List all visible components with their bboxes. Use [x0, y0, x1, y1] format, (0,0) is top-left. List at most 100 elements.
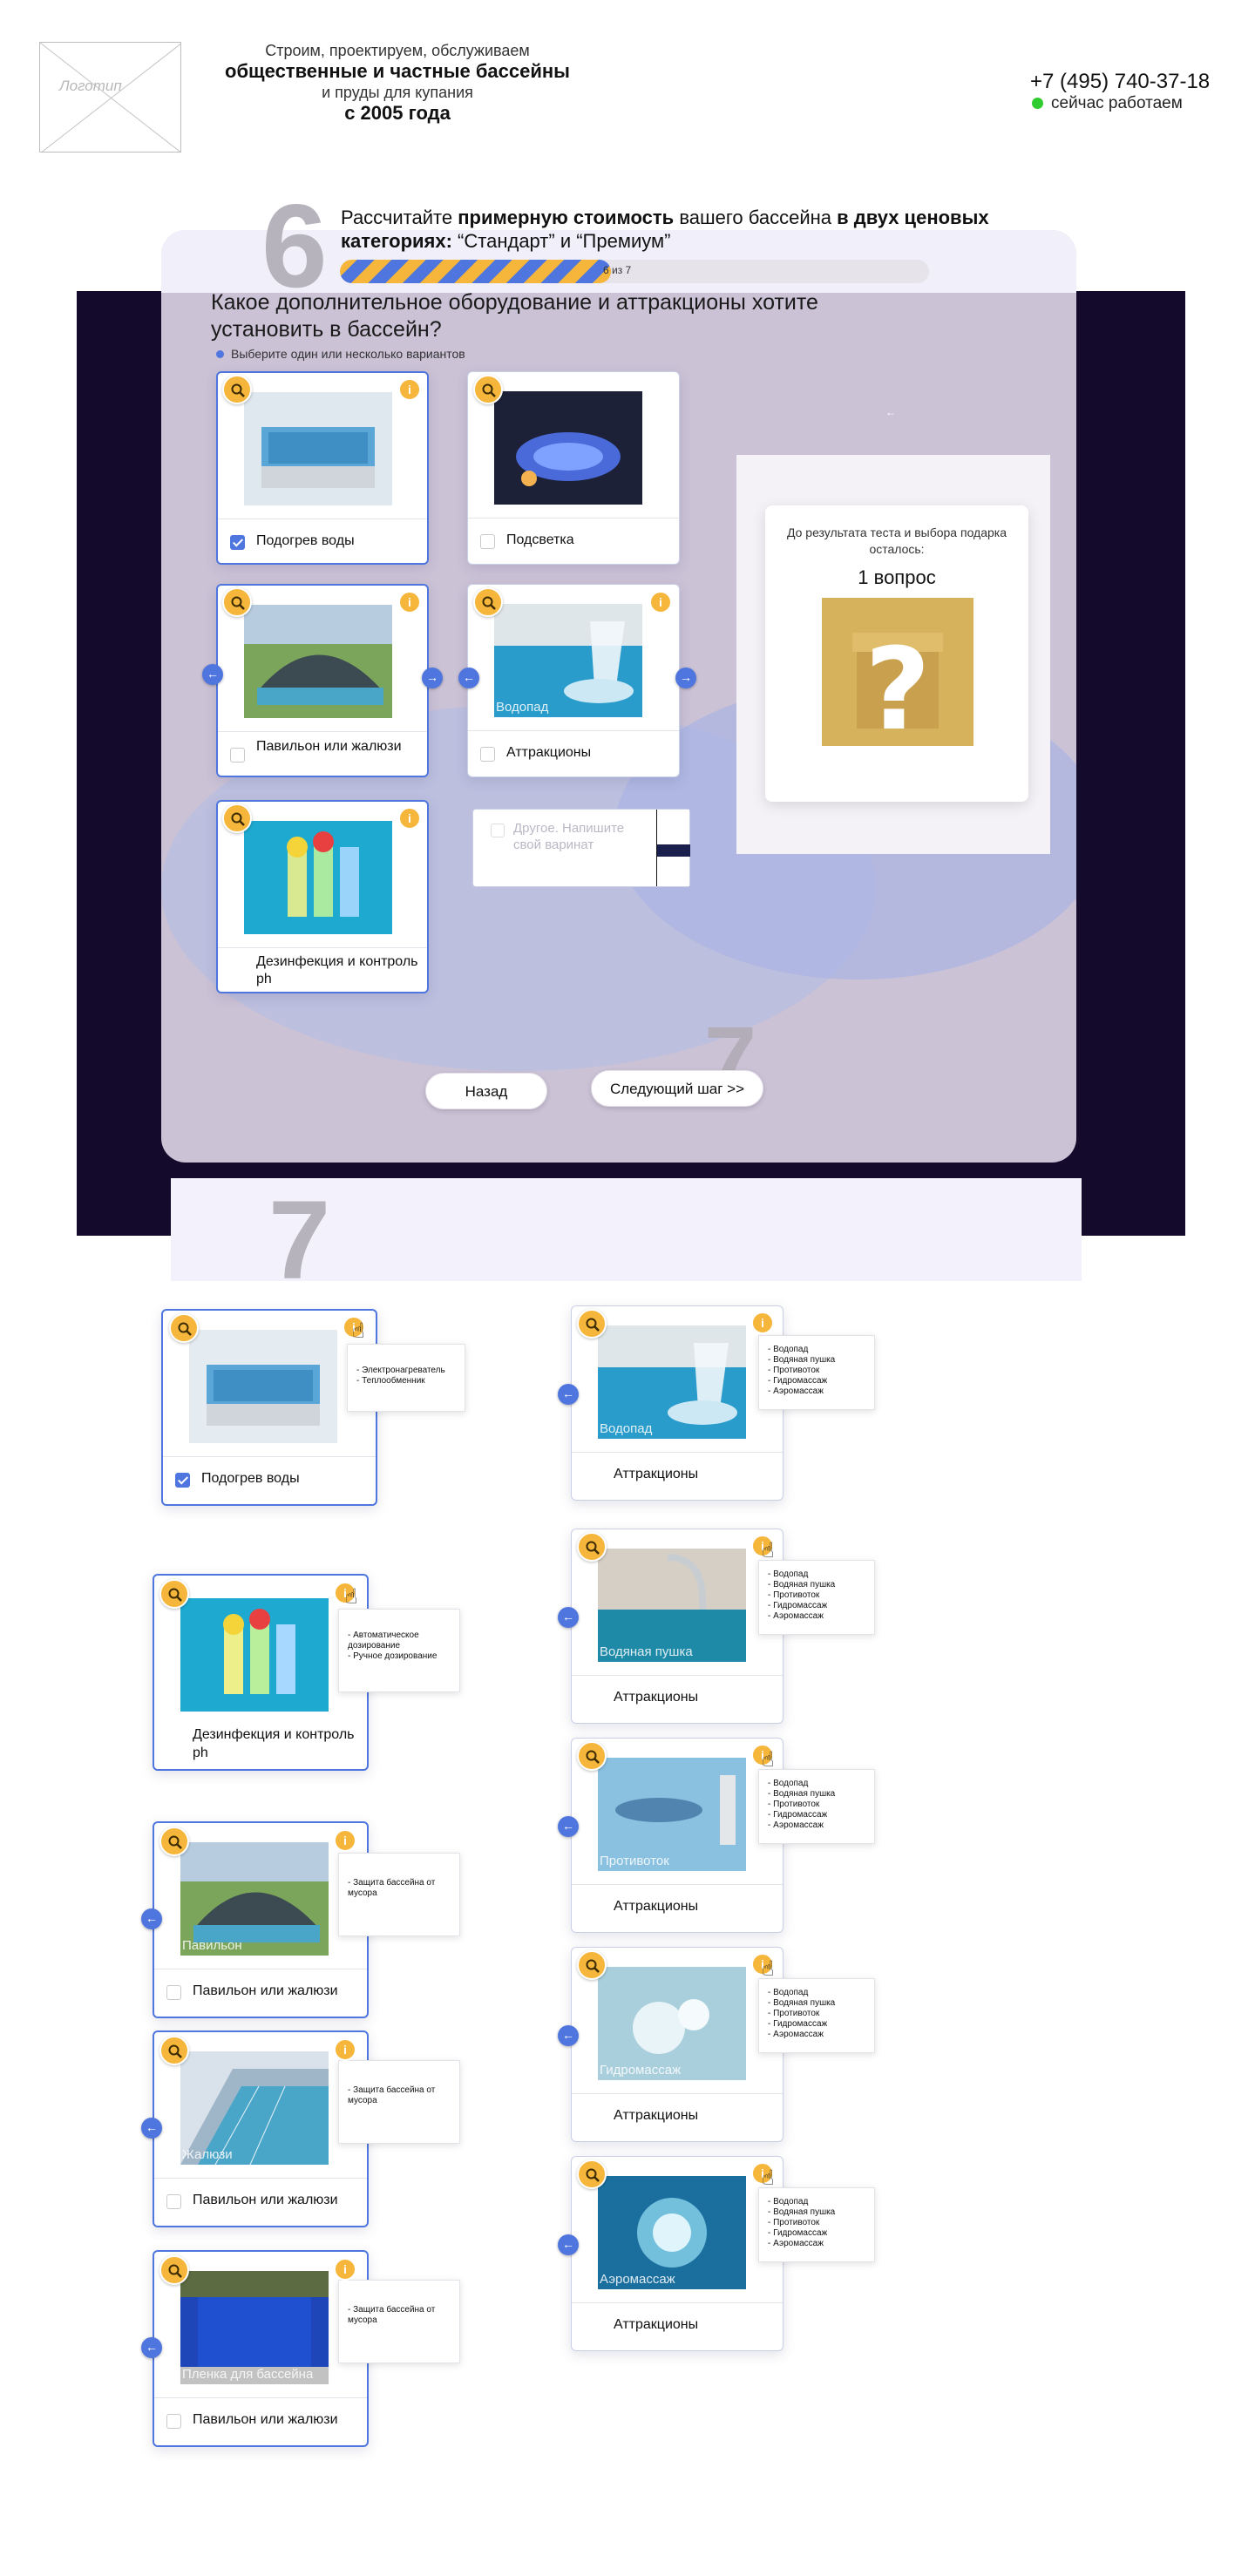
- page: { "header": { "logo_text": "Логотип", "t…: [0, 0, 1255, 2576]
- image-caption: Жалюзи: [182, 2147, 233, 2162]
- variant-card-waterfall[interactable]: Водопад Аттракционы: [571, 1305, 784, 1501]
- arrow-right-icon[interactable]: →: [422, 668, 443, 688]
- option-card-attractions[interactable]: Водопад Аттракционы: [467, 584, 680, 777]
- hand-cursor-icon: ☝: [345, 1585, 358, 1609]
- tooltip-line: - Водяная пушка: [768, 1355, 836, 1365]
- info-tooltip: - Водопад - Водяная пушка - Противоток - Ги…: [758, 2187, 875, 2262]
- arrow-left-icon[interactable]: ←: [558, 2234, 579, 2255]
- arrow-left-icon[interactable]: ←: [558, 1607, 579, 1628]
- arrow-left-icon[interactable]: ←: [458, 668, 479, 688]
- zoom-icon[interactable]: [577, 1532, 607, 1562]
- option-label: Подогрев воды: [201, 1471, 300, 1486]
- option-checkbox[interactable]: [166, 1985, 181, 2000]
- image-caption: Аэромассаж: [600, 2272, 675, 2287]
- next-step-button[interactable]: Следующий шаг >>: [591, 1070, 763, 1107]
- back-button[interactable]: Назад: [425, 1073, 547, 1109]
- arrow-left-icon[interactable]: ←: [558, 1816, 579, 1837]
- sidebar-count: 1 вопрос: [858, 566, 936, 588]
- arrow-right-icon[interactable]: →: [675, 668, 696, 688]
- hydromassage-image: Гидромассаж: [598, 1967, 746, 2080]
- tooltip-line: - Аэромассаж: [768, 2239, 824, 2248]
- option-card-lighting[interactable]: Подсветка: [467, 371, 680, 565]
- zoom-icon[interactable]: [222, 803, 252, 833]
- waterfall-image: Водопад: [598, 1325, 746, 1439]
- arrow-left-icon[interactable]: ←: [558, 1384, 579, 1405]
- zoom-icon[interactable]: [159, 2036, 189, 2065]
- zoom-icon[interactable]: [159, 1827, 189, 1856]
- option-checkbox[interactable]: [480, 534, 495, 549]
- work-status: сейчас работаем: [1032, 94, 1183, 113]
- option-checkbox[interactable]: [166, 2194, 181, 2209]
- image-caption: Гидромассаж: [600, 2063, 682, 2078]
- option-label: Павильон или жалюзи: [193, 2412, 338, 2427]
- other-option-field[interactable]: Другое. Напишите свой варинат: [472, 809, 690, 887]
- option-card-heating[interactable]: Подогрев воды: [216, 371, 429, 565]
- tagline-line2: общественные и частные бассейны: [225, 60, 570, 82]
- info-icon[interactable]: i: [649, 591, 672, 613]
- tooltip-line: - Автоматическое: [348, 1630, 419, 1640]
- variant-card-counterflow[interactable]: Противоток Аттракционы: [571, 1738, 784, 1933]
- tooltip-line: - Водяная пушка: [768, 1998, 836, 2008]
- option-checkbox[interactable]: [166, 2414, 181, 2429]
- info-icon[interactable]: i: [398, 591, 421, 613]
- option-checkbox[interactable]: [230, 748, 245, 763]
- arrow-left-icon[interactable]: ←: [141, 2118, 162, 2139]
- phone-number[interactable]: +7 (495) 740-37-18: [1030, 70, 1210, 94]
- tooltip-line: - Противоток: [768, 2218, 820, 2227]
- arrow-left-icon[interactable]: ←: [141, 1908, 162, 1929]
- option-checkbox[interactable]: [480, 747, 495, 762]
- zoom-icon[interactable]: [577, 2159, 607, 2189]
- pool-heater-image: [244, 392, 392, 505]
- company-tagline: Строим, проектируем, обслуживаем обществ…: [192, 40, 603, 124]
- info-icon[interactable]: i: [398, 807, 421, 830]
- arrow-left-icon[interactable]: ←: [141, 2337, 162, 2358]
- zoom-icon[interactable]: [222, 587, 252, 617]
- tooltip-line: - Водопад: [768, 2197, 809, 2207]
- variant-card-aeromassage[interactable]: Аэромассаж Аттракционы: [571, 2156, 784, 2351]
- zoom-icon[interactable]: [577, 1309, 607, 1339]
- info-tooltip: - Электронагреватель - Теплообменник: [347, 1344, 465, 1412]
- arrow-left-icon[interactable]: ←: [558, 2025, 579, 2046]
- option-checkbox[interactable]: [491, 824, 505, 837]
- zoom-icon[interactable]: [577, 1741, 607, 1771]
- question-hint: Выберите один или несколько вариантов: [216, 347, 465, 361]
- variant-card-hydromassage[interactable]: Гидромассаж Аттракционы: [571, 1947, 784, 2142]
- arrow-left-icon: ←: [885, 406, 896, 418]
- zoom-icon[interactable]: [222, 375, 252, 404]
- step-number: 6: [261, 180, 328, 312]
- info-icon[interactable]: i: [398, 378, 421, 401]
- option-label: Павильон или жалюзи: [256, 739, 402, 754]
- zoom-icon[interactable]: [577, 1950, 607, 1980]
- info-icon[interactable]: i: [751, 1312, 774, 1334]
- info-icon[interactable]: i: [334, 1829, 356, 1852]
- zoom-icon[interactable]: [159, 1579, 189, 1609]
- info-tooltip: - Водопад - Водяная пушка - Противоток - Ги…: [758, 1335, 875, 1410]
- arrow-left-icon[interactable]: ←: [202, 664, 223, 685]
- online-dot-icon: [1032, 98, 1043, 109]
- zoom-icon[interactable]: [473, 375, 503, 404]
- zoom-icon[interactable]: [169, 1313, 199, 1343]
- zoom-icon[interactable]: [473, 587, 503, 617]
- pavilion-image: Павильон: [180, 1842, 329, 1956]
- quiz-title-part: вашего бассейна: [674, 207, 838, 228]
- info-tooltip: - Автоматическое дозирование - Ручное до…: [338, 1609, 460, 1692]
- tooltip-line: - Противоток: [768, 2009, 820, 2018]
- variant-card-water-cannon[interactable]: Водяная пушка Аттракционы: [571, 1529, 784, 1724]
- gift-card: До результата теста и выбора подарка ост…: [765, 505, 1028, 802]
- tooltip-line: - Водяная пушка: [768, 1789, 836, 1799]
- hint-dot-icon: [216, 350, 224, 358]
- info-icon[interactable]: i: [334, 2038, 356, 2061]
- option-checkbox[interactable]: [175, 1473, 190, 1488]
- tooltip-line: - Аэромассаж: [768, 1611, 824, 1621]
- tooltip-line: - Противоток: [768, 1590, 820, 1600]
- zoom-icon[interactable]: [159, 2255, 189, 2285]
- option-label: Аттракционы: [506, 745, 592, 760]
- info-icon[interactable]: i: [334, 2258, 356, 2281]
- option-card-disinfection[interactable]: Дезинфекция и контроль ph: [216, 800, 429, 993]
- tooltip-line: - Водопад: [768, 1569, 809, 1579]
- pool-heater-image: [189, 1330, 337, 1443]
- sidebar-text: До результата теста и выбора подарка ост…: [786, 525, 1007, 556]
- option-card-pavilion[interactable]: Павильон или жалюзи: [216, 584, 429, 777]
- option-checkbox[interactable]: [230, 535, 245, 550]
- hint-text: Выберите один или несколько вариантов: [231, 347, 465, 361]
